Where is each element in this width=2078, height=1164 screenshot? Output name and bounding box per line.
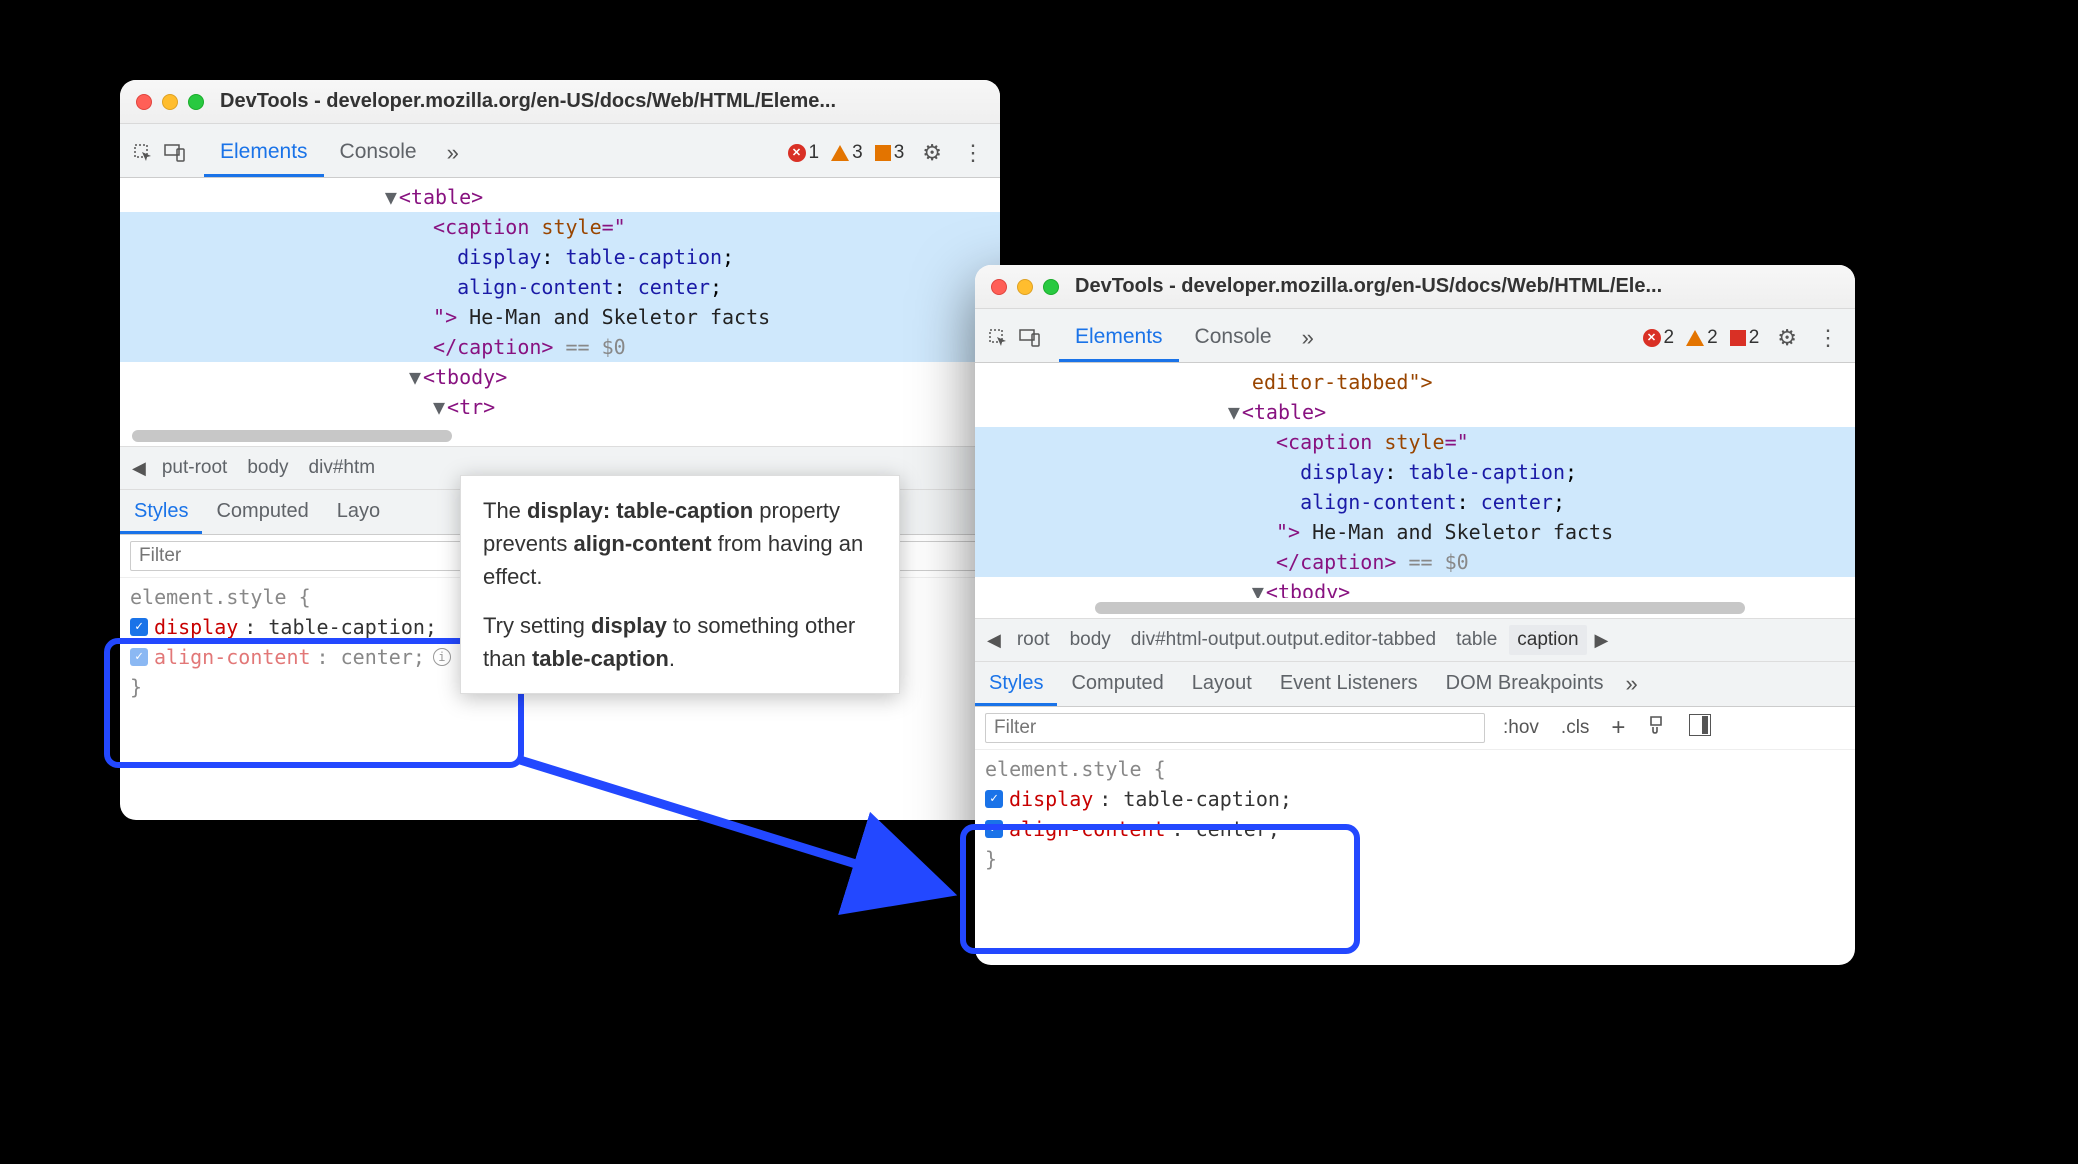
crumb-prev-icon[interactable]: ◀: [128, 458, 150, 479]
inspect-icon[interactable]: [985, 325, 1011, 351]
scrollbar-horizontal[interactable]: [1095, 602, 1745, 614]
crumb-item[interactable]: table: [1448, 625, 1505, 655]
error-icon: [1643, 329, 1661, 347]
flag-count: 3: [894, 142, 905, 164]
styles-panel[interactable]: element.style { display: table-caption; …: [975, 750, 1855, 888]
flag-icon: [1730, 330, 1746, 346]
kebab-icon[interactable]: ⋮: [956, 140, 990, 166]
subtab-styles[interactable]: Styles: [120, 490, 202, 534]
styles-filter-row: :hov .cls +: [975, 707, 1855, 750]
hov-button[interactable]: :hov: [1499, 717, 1543, 739]
close-icon[interactable]: [136, 94, 152, 110]
window-title: DevTools - developer.mozilla.org/en-US/d…: [1075, 275, 1839, 298]
warning-count: 3: [852, 142, 863, 164]
error-icon: [788, 144, 806, 162]
info-icon[interactable]: i: [433, 648, 451, 666]
subtab-layout[interactable]: Layo: [323, 490, 394, 534]
cls-button[interactable]: .cls: [1557, 717, 1594, 739]
warning-icon: [831, 145, 849, 161]
subtab-styles[interactable]: Styles: [975, 662, 1057, 706]
titlebar[interactable]: DevTools - developer.mozilla.org/en-US/d…: [975, 265, 1855, 309]
crumb-item[interactable]: div#html-output.output.editor-tabbed: [1123, 625, 1444, 655]
breadcrumb[interactable]: ◀ root body div#html-output.output.edito…: [975, 618, 1855, 662]
minimize-icon[interactable]: [162, 94, 178, 110]
crumb-prev-icon[interactable]: ◀: [983, 630, 1005, 651]
more-tabs-icon[interactable]: »: [439, 140, 467, 166]
styles-subtabs: Styles Computed Layout Event Listeners D…: [975, 662, 1855, 707]
tab-elements[interactable]: Elements: [204, 128, 324, 177]
window-title: DevTools - developer.mozilla.org/en-US/d…: [220, 90, 984, 113]
subtab-computed[interactable]: Computed: [1057, 662, 1177, 706]
property-tooltip: The display: table-caption property prev…: [460, 475, 900, 694]
more-tabs-icon[interactable]: »: [1294, 325, 1322, 351]
checkbox-icon[interactable]: [130, 648, 148, 666]
crumb-item[interactable]: root: [1009, 625, 1058, 655]
crumb-item[interactable]: put-root: [154, 453, 235, 483]
dom-tree[interactable]: ▼<table> <caption style=" display: table…: [120, 178, 1000, 426]
status-group[interactable]: 2 2 2: [1639, 327, 1764, 349]
dom-tree[interactable]: editor-tabbed"> ▼<table> <caption style=…: [975, 363, 1855, 598]
subtab-dom-breakpoints[interactable]: DOM Breakpoints: [1432, 662, 1618, 706]
titlebar[interactable]: DevTools - developer.mozilla.org/en-US/d…: [120, 80, 1000, 124]
zoom-icon[interactable]: [188, 94, 204, 110]
crumb-next-icon[interactable]: ▶: [1591, 630, 1613, 651]
gear-icon[interactable]: ⚙: [1769, 325, 1805, 351]
warning-count: 2: [1707, 327, 1718, 349]
error-count: 2: [1664, 327, 1675, 349]
traffic-lights: [136, 94, 204, 110]
status-group[interactable]: 1 3 3: [784, 142, 909, 164]
kebab-icon[interactable]: ⋮: [1811, 325, 1845, 351]
crumb-item[interactable]: div#htm: [301, 453, 384, 483]
traffic-lights: [991, 279, 1059, 295]
zoom-icon[interactable]: [1043, 279, 1059, 295]
devtools-window-b: DevTools - developer.mozilla.org/en-US/d…: [975, 265, 1855, 965]
main-toolbar: Elements Console » 2 2 2 ⚙ ⋮: [975, 309, 1855, 363]
device-toggle-icon[interactable]: [1017, 325, 1043, 351]
checkbox-icon[interactable]: [985, 820, 1003, 838]
subtab-event-listeners[interactable]: Event Listeners: [1266, 662, 1432, 706]
checkbox-icon[interactable]: [130, 618, 148, 636]
rule-selector: element.style {: [130, 582, 311, 612]
rule-selector: element.style {: [985, 754, 1166, 784]
warning-icon: [1686, 330, 1704, 346]
minimize-icon[interactable]: [1017, 279, 1033, 295]
device-toggle-icon[interactable]: [162, 140, 188, 166]
styles-filter-input[interactable]: [985, 713, 1485, 743]
error-count: 1: [809, 142, 820, 164]
crumb-item[interactable]: body: [1062, 625, 1119, 655]
computed-pane-icon[interactable]: [1685, 714, 1715, 742]
subtab-computed[interactable]: Computed: [202, 490, 322, 534]
devtools-window-a: DevTools - developer.mozilla.org/en-US/d…: [120, 80, 1000, 820]
flag-count: 2: [1749, 327, 1760, 349]
flag-icon: [875, 145, 891, 161]
new-rule-icon[interactable]: +: [1607, 714, 1629, 742]
paintbrush-icon[interactable]: [1643, 715, 1671, 741]
tab-console[interactable]: Console: [1179, 313, 1288, 362]
main-toolbar: Elements Console » 1 3 3 ⚙ ⋮: [120, 124, 1000, 178]
scrollbar-horizontal[interactable]: [132, 430, 452, 442]
tab-console[interactable]: Console: [324, 128, 433, 177]
close-icon[interactable]: [991, 279, 1007, 295]
gear-icon[interactable]: ⚙: [914, 140, 950, 166]
tab-elements[interactable]: Elements: [1059, 313, 1179, 362]
subtab-layout[interactable]: Layout: [1178, 662, 1266, 706]
inspect-icon[interactable]: [130, 140, 156, 166]
more-subtabs-icon[interactable]: »: [1618, 671, 1646, 697]
crumb-item-selected[interactable]: caption: [1509, 625, 1586, 655]
crumb-item[interactable]: body: [239, 453, 296, 483]
checkbox-icon[interactable]: [985, 790, 1003, 808]
